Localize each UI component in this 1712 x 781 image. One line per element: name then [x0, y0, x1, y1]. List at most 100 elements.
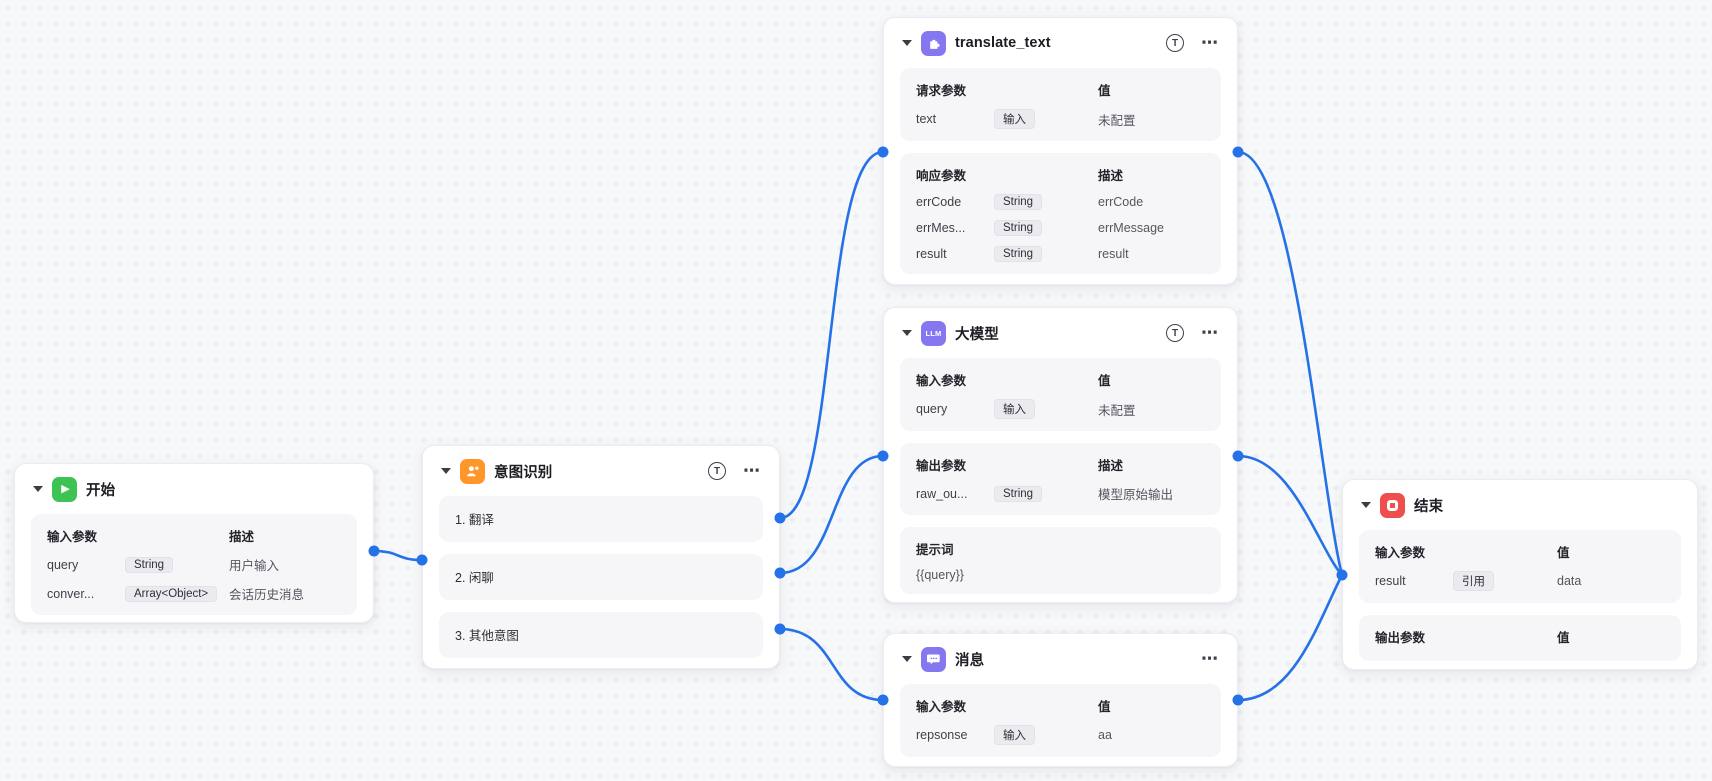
column-header: 值	[1098, 700, 1111, 714]
column-header: 输入参数	[916, 700, 967, 714]
param-name: errMes...	[916, 221, 966, 235]
message-input-panel: 输入参数 值 repsonse 输入 aa	[900, 684, 1221, 757]
node-end[interactable]: 结束 输入参数 值 result 引用 data 输出参数 值	[1342, 479, 1698, 670]
param-name: errCode	[916, 195, 962, 209]
start-params-panel: 输入参数 描述 query String 用户输入 conver... Arra…	[31, 514, 357, 615]
column-header: 输入参数	[1375, 546, 1426, 560]
node-start-header: ▶ 开始	[15, 464, 373, 514]
node-title: 消息	[955, 652, 985, 669]
node-message-header: 消息 ⋯	[884, 634, 1237, 684]
node-title: 意图识别	[494, 464, 553, 481]
flow-canvas[interactable]: ▶ 开始 输入参数 描述 query String 用户输入 conver...…	[0, 0, 1712, 781]
param-source-badge: 输入	[994, 109, 1035, 129]
test-run-icon[interactable]: T	[1166, 34, 1184, 52]
node-message[interactable]: 消息 ⋯ 输入参数 值 repsonse 输入 aa	[883, 633, 1238, 767]
param-name: result	[916, 247, 947, 261]
more-menu-icon[interactable]: ⋯	[1201, 650, 1219, 667]
collapse-caret-icon[interactable]	[441, 468, 451, 474]
port-intent-input[interactable]	[416, 554, 428, 566]
end-output-panel: 输出参数 值	[1359, 615, 1681, 661]
prompt-header: 提示词	[916, 543, 954, 557]
param-name: raw_ou...	[916, 486, 968, 501]
column-header: 输出参数	[916, 459, 967, 473]
param-value: aa	[1098, 728, 1112, 742]
port-start-output[interactable]	[368, 545, 380, 557]
translate-request-panel: 请求参数 值 text 输入 未配置	[900, 68, 1221, 141]
param-desc: result	[1098, 247, 1129, 261]
node-start[interactable]: ▶ 开始 输入参数 描述 query String 用户输入 conver...…	[14, 463, 374, 623]
more-menu-icon[interactable]: ⋯	[1201, 34, 1219, 51]
node-title: 开始	[86, 482, 116, 499]
port-llm-input[interactable]	[877, 450, 889, 462]
param-type-badge: Array<Object>	[125, 585, 218, 602]
param-name: query	[916, 402, 948, 416]
more-menu-icon[interactable]: ⋯	[743, 462, 761, 479]
column-header: 值	[1098, 374, 1111, 388]
node-title: translate_text	[955, 35, 1051, 51]
param-type-badge: String	[994, 220, 1043, 236]
user-icon	[460, 458, 485, 484]
collapse-caret-icon[interactable]	[902, 40, 912, 46]
collapse-caret-icon[interactable]	[1361, 502, 1371, 508]
param-type-badge: String	[994, 485, 1043, 502]
column-header: 描述	[229, 530, 255, 544]
param-value: 未配置	[1098, 403, 1136, 418]
port-message-input[interactable]	[877, 694, 889, 706]
param-desc: errCode	[1098, 195, 1144, 209]
node-llm-header: LLM 大模型 T ⋯	[884, 308, 1237, 358]
column-header: 值	[1557, 631, 1570, 645]
param-type-badge: String	[125, 556, 174, 573]
branch-label: 2. 闲聊	[455, 571, 494, 585]
node-title: 大模型	[955, 326, 999, 343]
port-intent-branch2-output[interactable]	[774, 567, 786, 579]
collapse-caret-icon[interactable]	[902, 656, 912, 662]
llm-output-panel: 输出参数 描述 raw_ou... String 模型原始输出	[900, 443, 1221, 515]
port-translate-output[interactable]	[1232, 146, 1244, 158]
node-translate-header: translate_text T ⋯	[884, 18, 1237, 68]
column-header: 输出参数	[1375, 631, 1426, 645]
column-header: 输入参数	[916, 374, 967, 388]
test-run-icon[interactable]: T	[708, 462, 726, 480]
param-desc: 模型原始输出	[1098, 488, 1174, 502]
param-ref-badge: 引用	[1453, 571, 1494, 591]
intent-branch-2[interactable]: 2. 闲聊	[439, 554, 763, 600]
param-value: 未配置	[1098, 113, 1136, 128]
port-llm-output[interactable]	[1232, 450, 1244, 462]
collapse-caret-icon[interactable]	[902, 330, 912, 336]
node-intent-header: 意图识别 T ⋯	[423, 446, 779, 496]
llm-input-panel: 输入参数 值 query 输入 未配置	[900, 358, 1221, 431]
node-intent-recognition[interactable]: 意图识别 T ⋯ 1. 翻译 2. 闲聊 3. 其他意图	[422, 445, 780, 669]
llm-prompt-panel: 提示词 {{query}}	[900, 527, 1221, 594]
play-icon: ▶	[52, 476, 77, 502]
translate-response-panel: 响应参数 描述 errCode String errCode errMes...…	[900, 153, 1221, 274]
stop-icon	[1380, 492, 1405, 518]
param-value: data	[1557, 574, 1582, 588]
port-message-output[interactable]	[1232, 694, 1244, 706]
port-intent-branch1-output[interactable]	[774, 512, 786, 524]
param-desc: errMessage	[1098, 221, 1164, 235]
intent-branch-3[interactable]: 3. 其他意图	[439, 612, 763, 658]
param-name: repsonse	[916, 728, 968, 742]
column-header: 输入参数	[47, 530, 98, 544]
column-header: 描述	[1098, 459, 1124, 473]
node-translate-text[interactable]: translate_text T ⋯ 请求参数 值 text 输入 未配置 响应…	[883, 17, 1238, 285]
param-name: result	[1375, 574, 1406, 588]
node-end-header: 结束	[1343, 480, 1697, 530]
plugin-icon	[921, 30, 946, 56]
more-menu-icon[interactable]: ⋯	[1201, 324, 1219, 341]
param-desc: 会话历史消息	[229, 588, 305, 602]
port-intent-branch3-output[interactable]	[774, 623, 786, 635]
port-translate-input[interactable]	[877, 146, 889, 158]
port-end-input[interactable]	[1336, 569, 1348, 581]
branch-label: 3. 其他意图	[455, 629, 519, 643]
param-source-badge: 输入	[994, 399, 1035, 419]
column-header: 请求参数	[916, 84, 967, 98]
param-name: conver...	[47, 586, 95, 601]
test-run-icon[interactable]: T	[1166, 324, 1184, 342]
intent-branch-1[interactable]: 1. 翻译	[439, 496, 763, 542]
column-header: 值	[1557, 546, 1570, 560]
param-type-badge: String	[994, 194, 1043, 210]
param-desc: 用户输入	[229, 559, 280, 573]
node-llm[interactable]: LLM 大模型 T ⋯ 输入参数 值 query 输入 未配置 输出参数 描述 …	[883, 307, 1238, 603]
collapse-caret-icon[interactable]	[33, 486, 43, 492]
